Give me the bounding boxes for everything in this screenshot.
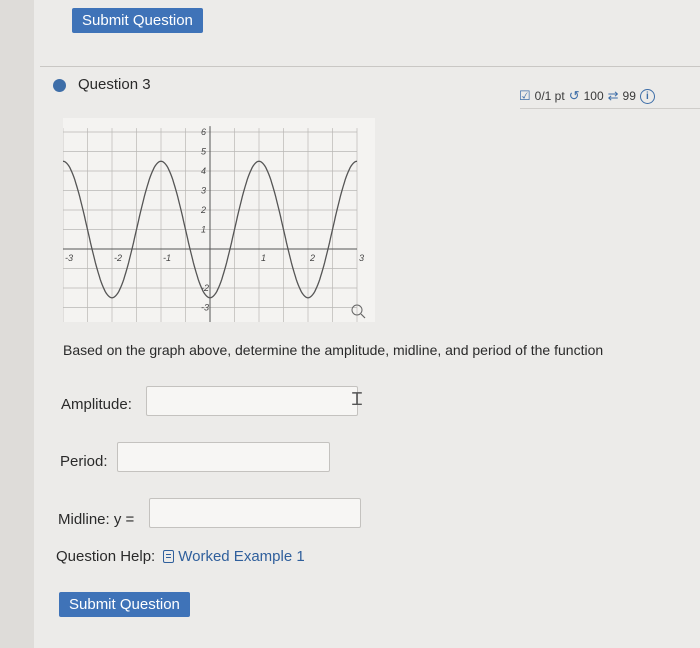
midline-input[interactable]	[149, 498, 361, 528]
document-icon	[163, 550, 175, 563]
y-tick-label: 2	[200, 205, 206, 215]
question-help: Question Help: Worked Example 1	[56, 548, 305, 565]
period-input[interactable]	[117, 442, 330, 472]
y-tick-label: 1	[201, 225, 206, 235]
x-tick-label: 3	[359, 253, 364, 263]
zoom-icon-handle	[360, 313, 366, 319]
question-status-dot	[53, 79, 66, 92]
points-text: 0/1 pt	[534, 89, 565, 103]
x-tick-label: -3	[65, 253, 73, 263]
midline-label: Midline: y =	[58, 511, 135, 528]
sine-graph: -3-2-1123654321-2-3-4	[62, 126, 366, 335]
x-tick-label: -1	[163, 253, 171, 263]
worked-example-link[interactable]: Worked Example 1	[163, 548, 305, 565]
divider	[40, 66, 700, 67]
sync-icon: ⇄	[607, 88, 619, 103]
x-tick-label: 1	[261, 253, 266, 263]
amplitude-input[interactable]	[146, 386, 358, 416]
y-tick-label: 4	[201, 166, 206, 176]
y-tick-label: 6	[201, 127, 206, 137]
info-icon[interactable]: i	[639, 88, 655, 104]
meta-underline	[520, 108, 700, 109]
submit-question-button-top[interactable]: Submit Question	[72, 8, 203, 33]
x-tick-label: -2	[114, 253, 122, 263]
graph: -3-2-1123654321-2-3-4	[62, 118, 375, 335]
text-cursor-icon: Ɪ	[352, 389, 363, 409]
question-prompt: Based on the graph above, determine the …	[63, 342, 604, 358]
question-meta: ☑ 0/1 pt ↺ 100 ⇄ 99 i	[519, 88, 655, 104]
left-margin	[0, 0, 34, 648]
question-title: Question 3	[78, 76, 151, 93]
checkbox-icon: ☑	[519, 88, 531, 103]
y-tick-label: -3	[201, 303, 209, 313]
undo-icon: ↺	[568, 88, 580, 103]
y-tick-label: 3	[201, 186, 206, 196]
submit-question-button[interactable]: Submit Question	[59, 592, 190, 617]
attempts-text: 99	[622, 89, 636, 103]
x-tick-label: 2	[309, 253, 315, 263]
question-help-label: Question Help:	[56, 548, 156, 565]
retries-text: 100	[583, 89, 604, 103]
worked-example-text: Worked Example 1	[178, 548, 305, 565]
period-label: Period:	[60, 453, 108, 470]
amplitude-label: Amplitude:	[61, 396, 132, 413]
